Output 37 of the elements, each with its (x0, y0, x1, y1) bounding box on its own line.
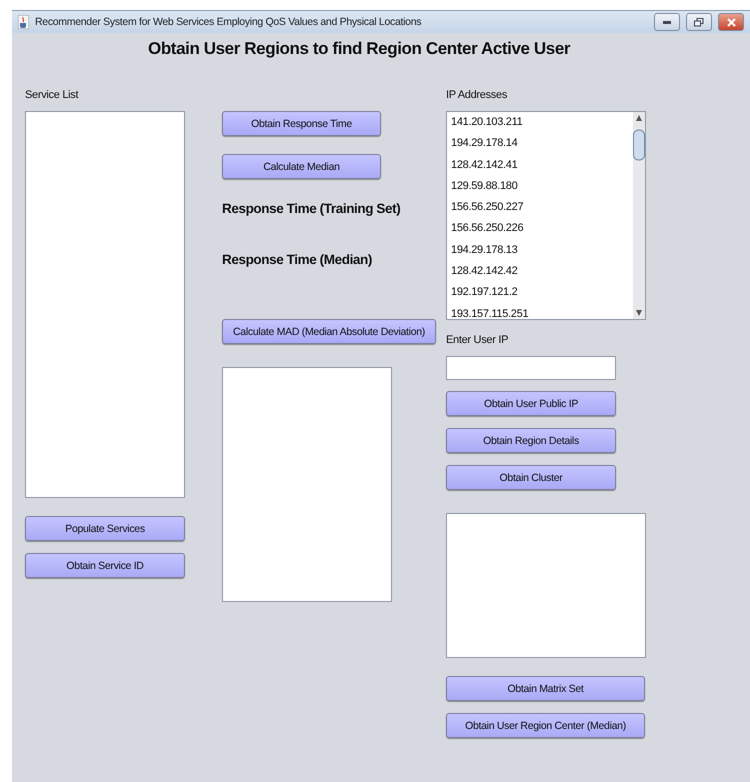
restore-button[interactable] (686, 13, 712, 31)
page-heading: Obtain User Regions to find Region Center Active User (148, 39, 572, 59)
ip-list-item[interactable]: 194.29.178.14 (451, 137, 633, 159)
minimize-icon (663, 20, 671, 24)
ip-list-item[interactable]: 128.42.142.41 (451, 158, 633, 180)
restore-icon (694, 18, 704, 26)
cluster-text-area[interactable] (446, 513, 646, 658)
matrix-button[interactable]: Obtain Matrix Set (446, 676, 645, 701)
ip-addresses-label: IP Addresses (446, 89, 508, 103)
ip-button[interactable]: Obtain Cluster (446, 465, 616, 490)
ip-list-item[interactable]: 129.59.88.180 (451, 180, 633, 202)
ip-list-item[interactable]: 156.56.250.226 (451, 222, 633, 244)
window-title: Recommender System for Web Services Employing QoS Values and Physical Locations (35, 16, 422, 28)
user-ip-field[interactable] (446, 356, 616, 380)
ip-button[interactable]: Obtain User Public IP (446, 391, 616, 416)
service-list-label: Service List (25, 89, 78, 103)
service-button[interactable]: Populate Services (25, 516, 185, 541)
close-button[interactable] (718, 13, 744, 31)
response-time-label: Response Time (Median) (222, 252, 372, 267)
ip-list-item[interactable]: 156.56.250.227 (451, 201, 633, 222)
service-button[interactable]: Obtain Service ID (25, 553, 185, 578)
ip-list-item[interactable]: 194.29.178.13 (451, 244, 633, 266)
mad-text-area[interactable] (222, 367, 392, 602)
response-button[interactable]: Calculate Median (222, 154, 381, 179)
calculate-mad-button[interactable]: Calculate MAD (Median Absolute Deviation) (222, 319, 436, 344)
ip-list-item[interactable]: 192.197.121.2 (451, 286, 633, 308)
ip-list-item[interactable]: 128.42.142.42 (451, 265, 633, 286)
response-time-label: Response Time (Training Set) (222, 201, 400, 216)
java-cup-icon (18, 15, 29, 29)
close-icon (726, 18, 736, 26)
matrix-button[interactable]: Obtain User Region Center (Median) (446, 713, 645, 738)
response-button[interactable]: Obtain Response Time (222, 111, 381, 136)
ip-list-item[interactable]: 141.20.103.211 (451, 116, 633, 138)
ip-button[interactable]: Obtain Region Details (446, 428, 616, 453)
enter-user-ip-label: Enter User IP (446, 334, 508, 348)
minimize-button[interactable] (654, 13, 680, 31)
ip-list-item[interactable]: 193.157.115.251 (451, 308, 633, 319)
